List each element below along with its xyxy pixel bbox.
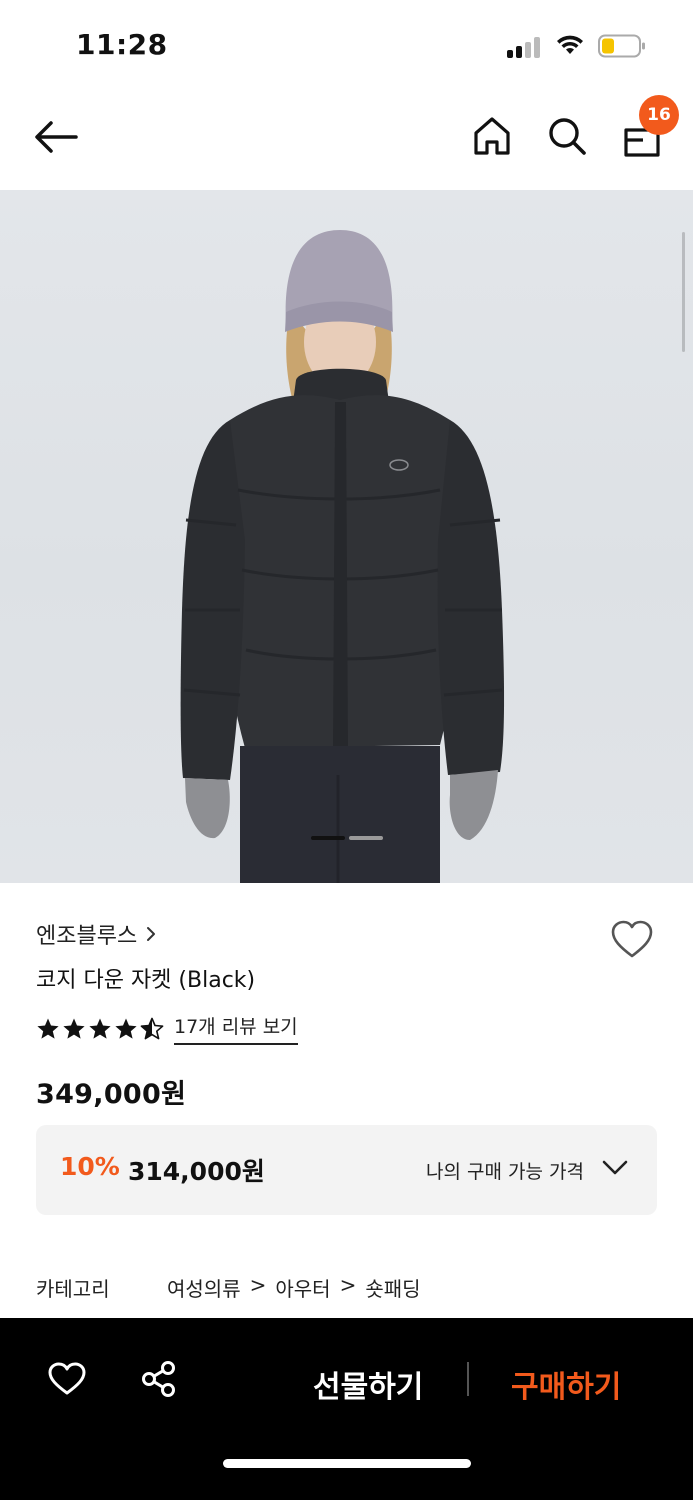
breadcrumb-item[interactable]: 아우터 bbox=[275, 1273, 330, 1302]
bottom-action-bar: 선물하기 구매하기 bbox=[0, 1318, 693, 1500]
image-scroll-indicator bbox=[682, 232, 685, 352]
back-arrow-icon[interactable] bbox=[34, 120, 78, 154]
category-row: 카테고리 여성의류 > 아우터 > 숏패딩 bbox=[36, 1273, 656, 1303]
breadcrumb-separator: > bbox=[249, 1273, 267, 1297]
category-breadcrumb: 여성의류 > 아우터 > 숏패딩 bbox=[167, 1273, 421, 1302]
status-time: 11:28 bbox=[76, 28, 168, 61]
brand-name: 엔조블루스 bbox=[36, 924, 138, 949]
home-icon[interactable] bbox=[473, 116, 511, 156]
search-icon[interactable] bbox=[547, 116, 587, 156]
pager-dot-active bbox=[311, 836, 345, 840]
category-label: 카테고리 bbox=[36, 1277, 110, 1301]
wifi-icon bbox=[557, 35, 583, 54]
product-name: 코지 다운 자켓 (Black) bbox=[36, 968, 256, 993]
home-indicator bbox=[223, 1459, 471, 1468]
my-price-label: 나의 구매 가능 가격 bbox=[426, 1161, 584, 1183]
discount-rate: 10% bbox=[60, 1152, 120, 1181]
pager-dot bbox=[349, 836, 383, 840]
chevron-right-icon bbox=[147, 927, 156, 941]
battery-icon bbox=[598, 34, 645, 58]
star-half-icon bbox=[140, 1017, 164, 1039]
star-full-icon bbox=[37, 1018, 59, 1039]
star-rating bbox=[36, 1017, 164, 1041]
price-dropdown[interactable]: 10% 314,000원 나의 구매 가능 가격 bbox=[36, 1125, 657, 1215]
heart-icon[interactable] bbox=[610, 918, 654, 962]
cart-count-badge[interactable]: 16 bbox=[639, 95, 679, 135]
review-link[interactable]: 17개 리뷰 보기 bbox=[174, 1012, 298, 1045]
chevron-down-icon bbox=[602, 1160, 628, 1175]
top-navigation bbox=[0, 90, 693, 190]
status-bar: 11:28 bbox=[0, 0, 693, 90]
wishlist-heart-icon[interactable] bbox=[48, 1362, 86, 1396]
carousel-pager bbox=[311, 836, 383, 840]
gift-button[interactable]: 선물하기 bbox=[313, 1362, 423, 1406]
brand-link[interactable]: 엔조블루스 bbox=[36, 918, 157, 950]
cellular-signal-icon bbox=[507, 36, 543, 58]
star-full-icon bbox=[115, 1018, 137, 1039]
rating-row: 17개 리뷰 보기 bbox=[36, 1012, 298, 1045]
product-image-carousel[interactable] bbox=[0, 190, 693, 883]
divider bbox=[467, 1362, 469, 1396]
star-full-icon bbox=[63, 1018, 85, 1039]
breadcrumb-item[interactable]: 숏패딩 bbox=[365, 1273, 420, 1302]
sale-price: 314,000원 bbox=[128, 1157, 265, 1186]
buy-button[interactable]: 구매하기 bbox=[511, 1362, 621, 1406]
product-photo bbox=[180, 230, 505, 883]
breadcrumb-separator: > bbox=[339, 1273, 357, 1297]
breadcrumb-item[interactable]: 여성의류 bbox=[167, 1273, 241, 1302]
star-full-icon bbox=[89, 1018, 111, 1039]
original-price: 349,000원 bbox=[36, 1079, 187, 1110]
share-icon[interactable] bbox=[140, 1360, 178, 1398]
